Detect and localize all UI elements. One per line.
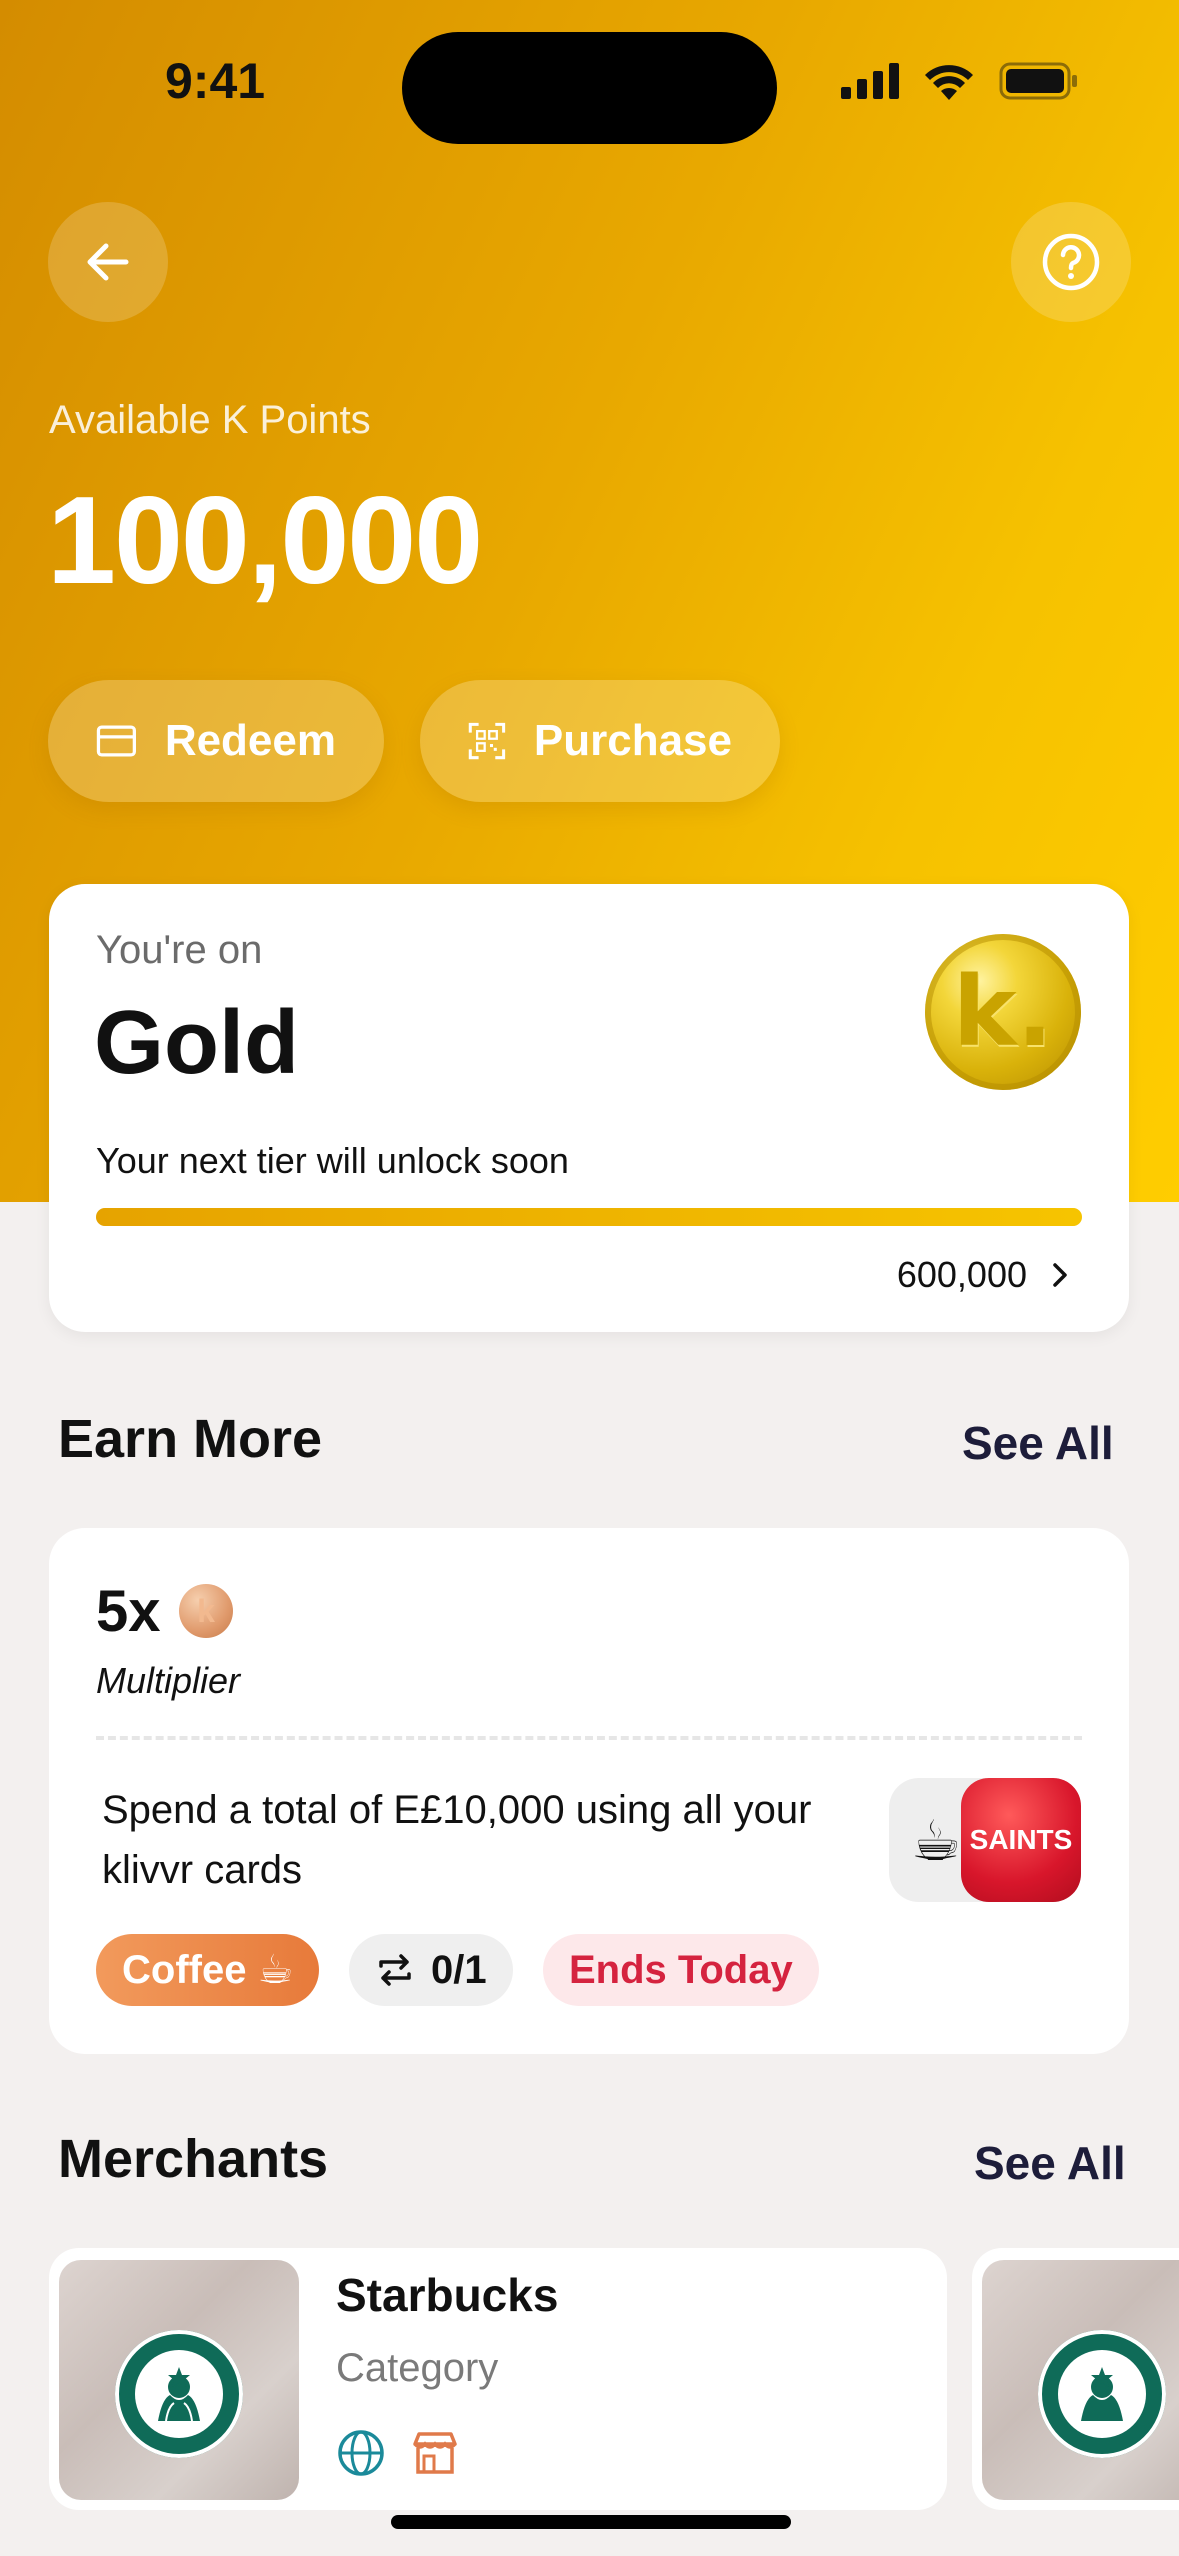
globe-icon [338, 2430, 384, 2476]
coffee-cup-icon: ☕ [911, 1809, 962, 1872]
merchant-card[interactable]: Starbucks Category [49, 2248, 947, 2510]
dashed-divider [96, 1736, 1082, 1740]
signal-icon [841, 63, 899, 99]
merchant-category: Category [336, 2346, 499, 2390]
merchant-image-partial [982, 2260, 1179, 2500]
repeat-icon [379, 1954, 411, 1986]
battery-icon [999, 62, 1077, 100]
starbucks-logo [115, 2330, 243, 2458]
back-arrow-icon [87, 243, 129, 281]
card-icon [96, 725, 136, 757]
qr-scan-icon [468, 722, 506, 760]
starbucks-logo-partial [1038, 2330, 1166, 2458]
status-time: 9:41 [165, 53, 266, 109]
status-icons [841, 62, 1079, 100]
tier-target-link[interactable]: 600,000 [897, 1254, 1069, 1296]
earn-offer-card[interactable]: 5x k Multiplier Spend a total of E£10,00… [49, 1528, 1129, 2054]
merchants-see-all[interactable]: See All [974, 2136, 1126, 2190]
merchant-card-partial[interactable] [972, 2248, 1179, 2510]
merchant-name: Starbucks [336, 2269, 559, 2321]
saints-logo: SAINTS [961, 1778, 1081, 1902]
redeem-button[interactable]: Redeem [48, 680, 384, 802]
dynamic-island [402, 32, 777, 144]
merchant-channel-icons [336, 2428, 460, 2478]
progress-chip: 0/1 [349, 1934, 513, 2006]
merchants-title: Merchants [58, 2129, 329, 2189]
tier-card[interactable]: You're on Gold k. Your next tier will un… [49, 884, 1129, 1332]
tier-name: Gold [94, 993, 299, 1093]
merchant-image [59, 2260, 299, 2500]
tier-progress-bar [96, 1208, 1082, 1226]
help-icon [1042, 233, 1100, 291]
store-icon [413, 2432, 457, 2474]
gold-coin-badge: k. [925, 934, 1081, 1090]
deadline-chip: Ends Today [543, 1934, 819, 2006]
help-button[interactable] [1011, 202, 1131, 322]
tier-subtitle: You're on [96, 928, 263, 972]
coin-letter: k. [952, 956, 1054, 1068]
wifi-icon [925, 65, 973, 100]
multiplier-value: 5x [96, 1579, 161, 1644]
offer-description: Spend a total of E£10,000 using all your… [102, 1788, 812, 1892]
back-button[interactable] [48, 202, 168, 322]
available-points-label: Available K Points [49, 398, 371, 442]
offer-brand-logos: ☕ SAINTS [889, 1778, 1081, 1902]
progress-chip-label: 0/1 [431, 1947, 487, 1992]
tier-target-value: 600,000 [896, 1254, 1027, 1295]
bronze-coin-icon: k [179, 1584, 233, 1638]
tier-progress-fill [96, 1208, 1082, 1226]
purchase-button[interactable]: Purchase [420, 680, 780, 802]
multiplier-label: Multiplier [96, 1660, 241, 1701]
category-chip: Coffee ☕ [96, 1934, 320, 2006]
chevron-right-icon [1053, 1263, 1067, 1287]
tier-next-message: Your next tier will unlock soon [96, 1140, 569, 1181]
points-value: 100,000 [47, 472, 483, 610]
redeem-label: Redeem [164, 716, 336, 765]
earn-more-see-all[interactable]: See All [962, 1416, 1114, 1470]
home-indicator [391, 2515, 791, 2529]
earn-more-title: Earn More [58, 1409, 323, 1469]
purchase-label: Purchase [533, 716, 732, 765]
